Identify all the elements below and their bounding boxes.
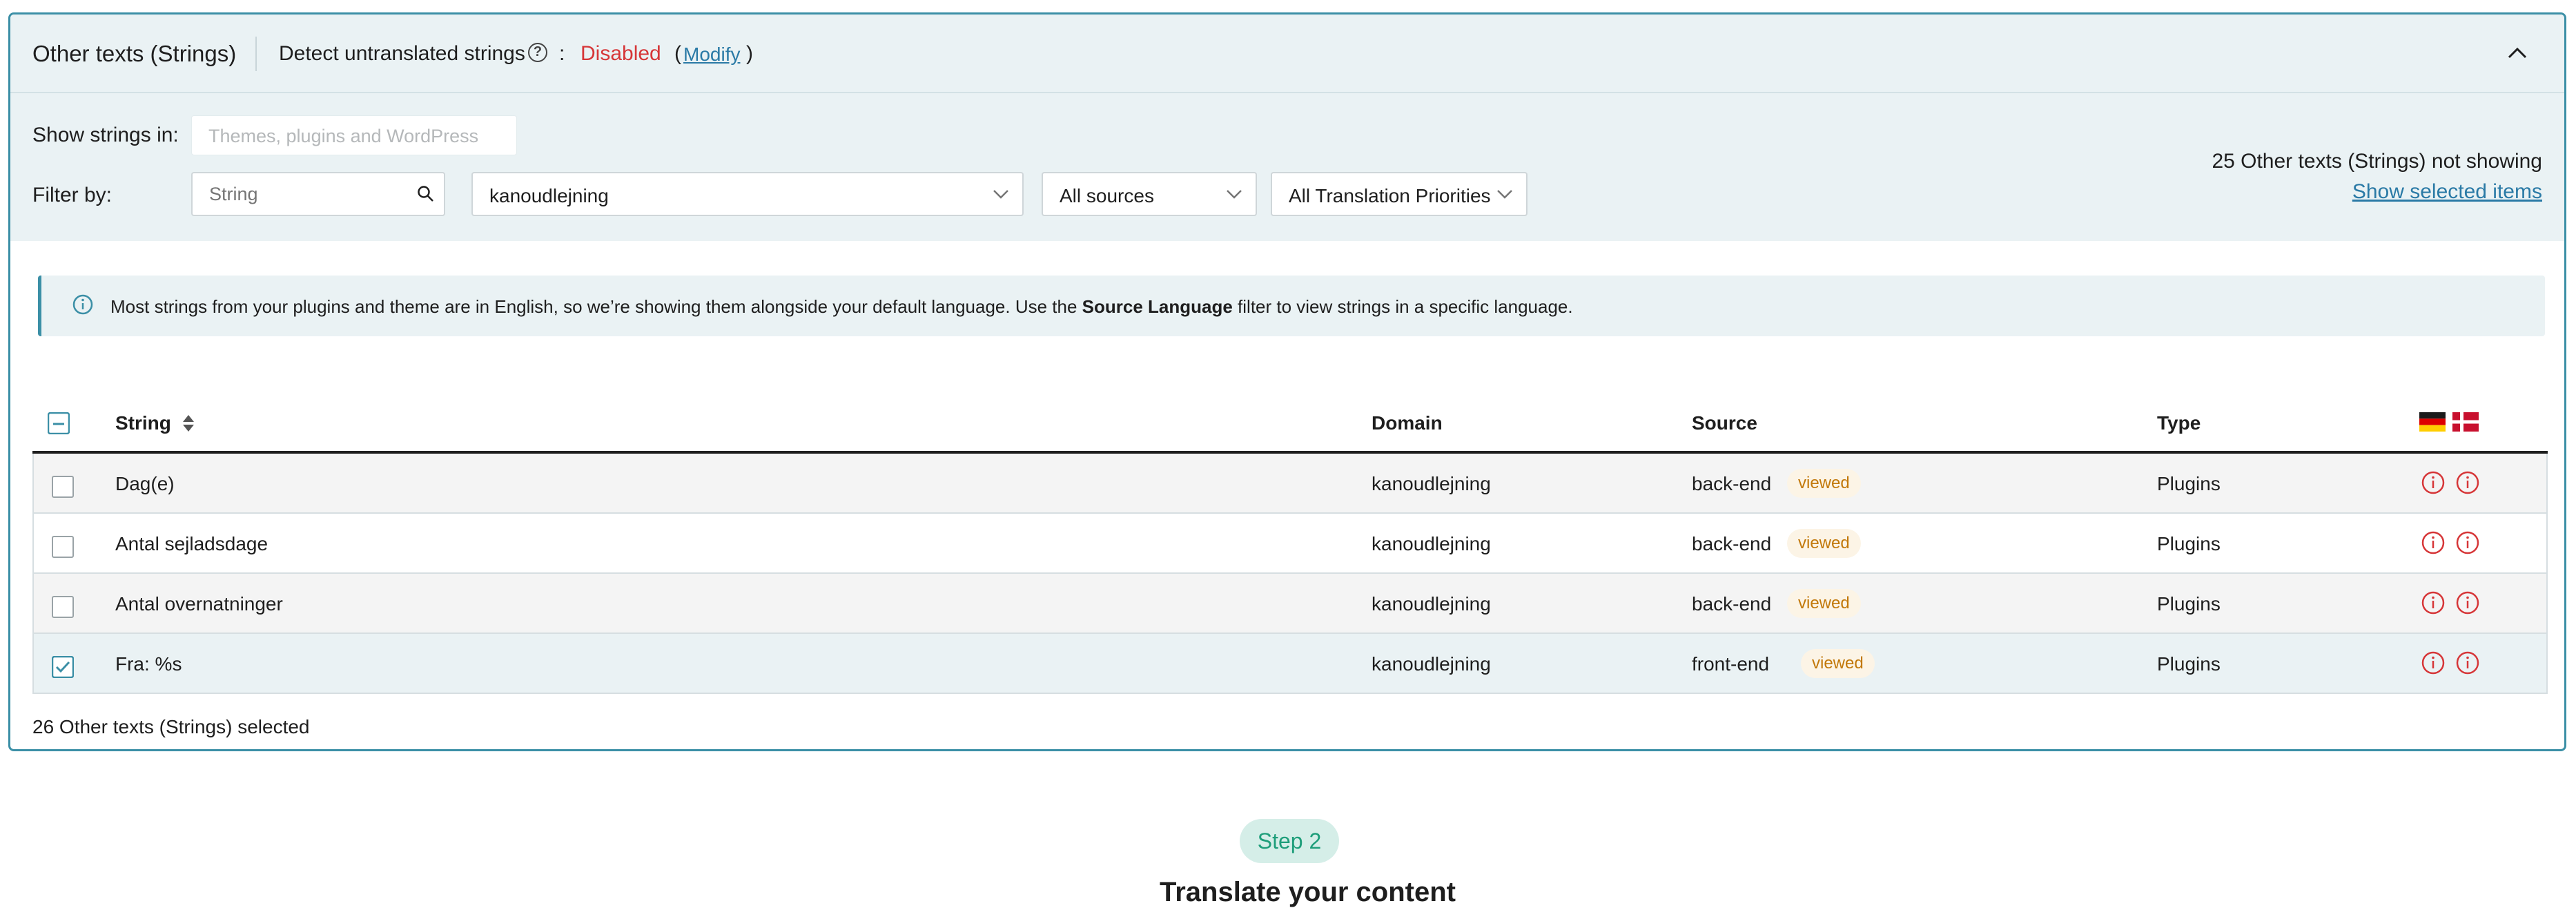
help-icon[interactable]: ? <box>528 43 547 62</box>
panel-title: Other texts (Strings) <box>32 41 237 66</box>
german-status-icon[interactable] <box>2421 650 2446 675</box>
domain-select-value: kanoudlejning <box>489 185 609 206</box>
row-checkbox-checked[interactable] <box>52 656 74 678</box>
row-type: Plugins <box>2157 533 2221 554</box>
row-type: Plugins <box>2157 593 2221 615</box>
notice-text: Most strings from your plugins and theme… <box>110 296 1573 318</box>
row-source: front-end <box>1692 653 1770 675</box>
string-search-input[interactable] <box>191 172 445 216</box>
column-source: Source <box>1692 412 1757 434</box>
detect-untranslated-label: Detect untranslated strings <box>279 42 525 65</box>
row-checkbox[interactable] <box>52 596 74 618</box>
panel-header: Other texts (Strings) Detect untranslate… <box>10 15 2564 93</box>
info-icon <box>72 294 93 315</box>
step-badge: Step 2 <box>1240 819 1339 863</box>
sources-select-value: All sources <box>1060 185 1154 206</box>
detect-status: Disabled <box>580 42 661 65</box>
show-strings-label: Show strings in: <box>32 124 179 146</box>
viewed-badge: viewed <box>1787 589 1861 618</box>
modify-link[interactable]: Modify <box>683 44 740 66</box>
paren-close: ) <box>746 42 753 65</box>
search-icon[interactable] <box>416 184 436 204</box>
table-row: Dag(e) kanoudlejning back-end viewed Plu… <box>32 454 2548 514</box>
row-type: Plugins <box>2157 473 2221 494</box>
detect-colon: : <box>559 42 565 65</box>
danish-status-icon[interactable] <box>2455 470 2480 495</box>
german-status-icon[interactable] <box>2421 590 2446 615</box>
row-source: back-end <box>1692 473 1772 494</box>
column-type: Type <box>2157 412 2201 434</box>
header-divider <box>255 37 257 71</box>
german-status-icon[interactable] <box>2421 470 2446 495</box>
row-checkbox[interactable] <box>52 476 74 498</box>
row-domain: kanoudlejning <box>1372 533 1491 554</box>
german-flag-icon <box>2419 412 2446 432</box>
filter-area: Other texts (Strings) Detect untranslate… <box>10 15 2564 241</box>
table-header: String Domain Source Type <box>32 392 2548 454</box>
column-string-label: String <box>115 412 171 434</box>
language-notice: Most strings from your plugins and theme… <box>38 276 2545 336</box>
viewed-badge: viewed <box>1801 649 1875 678</box>
row-source: back-end <box>1692 593 1772 615</box>
table-row: Fra: %s kanoudlejning front-end viewed P… <box>32 634 2548 694</box>
domain-select[interactable]: kanoudlejning <box>471 172 1024 216</box>
select-all-checkbox[interactable] <box>48 412 70 434</box>
row-string: Dag(e) <box>115 473 175 494</box>
danish-status-icon[interactable] <box>2455 530 2480 555</box>
selected-count: 26 Other texts (Strings) selected <box>32 716 310 737</box>
table-row: Antal sejladsdage kanoudlejning back-end… <box>32 514 2548 574</box>
show-strings-input[interactable]: Themes, plugins and WordPress <box>191 115 517 155</box>
row-domain: kanoudlejning <box>1372 473 1491 494</box>
chevron-down-icon <box>1497 190 1512 199</box>
chevron-up-icon[interactable] <box>2504 39 2531 67</box>
paren-open: ( <box>674 42 681 65</box>
column-domain: Domain <box>1372 412 1443 434</box>
notice-text-post: filter to view strings in a specific lan… <box>1232 296 1573 317</box>
table-row: Antal overnatninger kanoudlejning back-e… <box>32 574 2548 634</box>
danish-status-icon[interactable] <box>2455 650 2480 675</box>
not-showing-count: 25 Other texts (Strings) not showing <box>2212 150 2542 173</box>
row-string: Antal sejladsdage <box>115 533 269 554</box>
show-selected-link[interactable]: Show selected items <box>2352 180 2542 204</box>
row-domain: kanoudlejning <box>1372 593 1491 615</box>
notice-text-pre: Most strings from your plugins and theme… <box>110 296 1082 317</box>
notice-text-bold: Source Language <box>1082 296 1233 317</box>
column-string[interactable]: String <box>115 412 195 434</box>
sort-icon[interactable] <box>182 414 195 432</box>
chevron-down-icon <box>993 190 1008 199</box>
viewed-badge: viewed <box>1787 469 1861 498</box>
priority-select-value: All Translation Priorities <box>1289 185 1491 206</box>
priority-select[interactable]: All Translation Priorities <box>1271 172 1528 216</box>
row-source: back-end <box>1692 533 1772 554</box>
german-status-icon[interactable] <box>2421 530 2446 555</box>
row-string: Fra: %s <box>115 653 182 675</box>
row-type: Plugins <box>2157 653 2221 675</box>
danish-flag-icon <box>2452 412 2479 432</box>
strings-panel: Other texts (Strings) Detect untranslate… <box>8 12 2566 751</box>
step-title: Translate your content <box>1160 877 1456 907</box>
row-string: Antal overnatninger <box>115 593 283 615</box>
chevron-down-icon <box>1227 190 1242 199</box>
sources-select[interactable]: All sources <box>1042 172 1257 216</box>
filter-by-label: Filter by: <box>32 184 113 206</box>
row-checkbox[interactable] <box>52 536 74 558</box>
danish-status-icon[interactable] <box>2455 590 2480 615</box>
viewed-badge: viewed <box>1787 529 1861 558</box>
strings-table: String Domain Source Type Dag(e) kanoudl… <box>32 392 2548 694</box>
row-domain: kanoudlejning <box>1372 653 1491 675</box>
